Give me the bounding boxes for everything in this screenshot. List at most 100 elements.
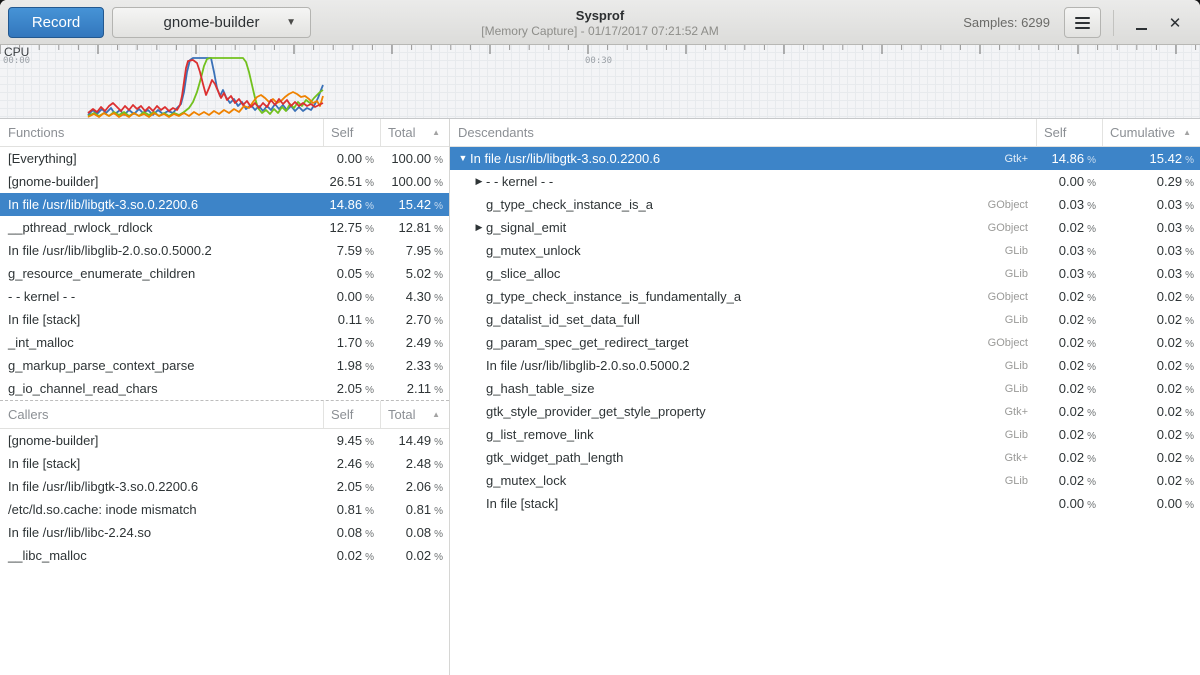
percent-sign: % [1185,247,1194,258]
table-row[interactable]: In file /usr/lib/libgtk-3.so.0.2200.62.0… [0,475,449,498]
close-button[interactable]: ✕ [1158,6,1192,40]
percentage-value: 14.86% [1036,151,1102,166]
tree-row[interactable]: gtk_widget_path_lengthGtk+0.02%0.02% [450,446,1200,469]
table-row[interactable]: In file /usr/lib/libc-2.24.so0.08%0.08% [0,521,449,544]
function-name: _int_malloc [0,335,323,350]
function-name: g_io_channel_read_chars [0,381,323,396]
expander-closed-icon[interactable]: ▶ [472,216,486,239]
table-row[interactable]: __libc_malloc0.02%0.02% [0,544,449,567]
library-badge: Gtk+ [1004,153,1036,165]
cpu-graph[interactable]: CPU 00:00 00:30 [0,45,1200,119]
table-row[interactable]: g_markup_parse_context_parse1.98%2.33% [0,354,449,377]
callers-column-header[interactable]: Callers [0,401,323,428]
percent-sign: % [1087,201,1096,212]
percentage-value: 0.02% [1102,473,1200,488]
percentage-value: 0.00% [323,289,380,304]
percent-sign: % [1185,293,1194,304]
table-row[interactable]: /etc/ld.so.cache: inode mismatch0.81%0.8… [0,498,449,521]
table-row[interactable]: In file /usr/lib/libgtk-3.so.0.2200.614.… [0,193,449,216]
tree-row[interactable]: g_slice_allocGLib0.03%0.03% [450,262,1200,285]
library-badge: GObject [988,291,1036,303]
callers-total-column-header[interactable]: Total ▲ [380,401,449,428]
percent-sign: % [1185,270,1194,281]
function-name-cell: g_mutex_lockGLib [450,473,1036,488]
minimize-button[interactable] [1124,6,1158,40]
function-name: In file [stack] [486,496,558,511]
descendants-column-header[interactable]: Descendants [450,119,1036,146]
percent-sign: % [365,529,374,540]
function-name: [gnome-builder] [0,174,323,189]
percent-sign: % [434,293,443,304]
menu-button[interactable] [1064,7,1101,38]
functions-total-column-header[interactable]: Total ▲ [380,119,449,146]
tree-row[interactable]: g_list_remove_linkGLib0.02%0.02% [450,423,1200,446]
function-name: g_type_check_instance_is_a [486,197,653,212]
time-label-start: 00:00 [3,56,30,66]
function-name-cell: g_param_spec_get_redirect_targetGObject [450,335,1036,350]
record-button[interactable]: Record [8,7,104,38]
percentage-value: 0.02% [1102,358,1200,373]
table-row[interactable]: [Everything]0.00%100.00% [0,147,449,170]
table-row[interactable]: In file /usr/lib/libglib-2.0.so.0.5000.2… [0,239,449,262]
tree-row[interactable]: g_hash_table_sizeGLib0.02%0.02% [450,377,1200,400]
percentage-value: 2.05% [323,479,380,494]
tree-row[interactable]: gtk_style_provider_get_style_propertyGtk… [450,400,1200,423]
percent-sign: % [1087,224,1096,235]
function-name-cell: g_hash_table_sizeGLib [450,381,1036,396]
library-badge: GLib [1005,245,1036,257]
tree-row[interactable]: ▼In file /usr/lib/libgtk-3.so.0.2200.6Gt… [450,147,1200,170]
table-row[interactable]: g_io_channel_read_chars2.05%2.11% [0,377,449,400]
expander-closed-icon[interactable]: ▶ [472,170,486,193]
window-title: Sysprof [576,8,624,24]
target-process-selector[interactable]: gnome-builder ▼ [112,7,311,38]
function-name-cell: g_type_check_instance_is_aGObject [450,197,1036,212]
percentage-value: 0.00% [1036,174,1102,189]
table-row[interactable]: [gnome-builder]9.45%14.49% [0,429,449,452]
percentage-value: 2.46% [323,456,380,471]
percentage-value: 0.02% [323,548,380,563]
percent-sign: % [1185,224,1194,235]
percentage-value: 5.02% [380,266,449,281]
functions-column-header[interactable]: Functions [0,119,323,146]
table-row[interactable]: _int_malloc1.70%2.49% [0,331,449,354]
function-name: In file [stack] [0,312,323,327]
percent-sign: % [1185,454,1194,465]
tree-row[interactable]: g_param_spec_get_redirect_targetGObject0… [450,331,1200,354]
percent-sign: % [1087,431,1096,442]
function-name-cell: g_mutex_unlockGLib [450,243,1036,258]
sort-ascending-icon: ▲ [1183,128,1191,137]
library-badge: GLib [1005,475,1036,487]
tree-row[interactable]: g_type_check_instance_is_aGObject0.03%0.… [450,193,1200,216]
percent-sign: % [1185,385,1194,396]
tree-row[interactable]: ▶g_signal_emitGObject0.02%0.03% [450,216,1200,239]
percent-sign: % [365,201,374,212]
functions-self-column-header[interactable]: Self [323,119,380,146]
percentage-value: 0.05% [323,266,380,281]
tree-row[interactable]: g_mutex_unlockGLib0.03%0.03% [450,239,1200,262]
expander-open-icon[interactable]: ▼ [456,147,470,170]
tree-row[interactable]: g_type_check_instance_is_fundamentally_a… [450,285,1200,308]
table-row[interactable]: __pthread_rwlock_rdlock12.75%12.81% [0,216,449,239]
function-name-cell: g_type_check_instance_is_fundamentally_a… [450,289,1036,304]
percentage-value: 0.02% [1102,312,1200,327]
tree-row[interactable]: g_datalist_id_set_data_fullGLib0.02%0.02… [450,308,1200,331]
tree-row[interactable]: g_mutex_lockGLib0.02%0.02% [450,469,1200,492]
function-name: - - kernel - - [486,174,553,189]
percent-sign: % [365,385,374,396]
descendants-cumulative-column-header[interactable]: Cumulative ▲ [1102,119,1200,146]
table-row[interactable]: In file [stack]0.11%2.70% [0,308,449,331]
tree-row[interactable]: In file [stack]0.00%0.00% [450,492,1200,515]
table-row[interactable]: [gnome-builder]26.51%100.00% [0,170,449,193]
table-row[interactable]: - - kernel - -0.00%4.30% [0,285,449,308]
function-name: __libc_malloc [0,548,323,563]
descendants-self-column-header[interactable]: Self [1036,119,1102,146]
library-badge: GLib [1005,314,1036,326]
tree-row[interactable]: ▶- - kernel - -0.00%0.29% [450,170,1200,193]
percent-sign: % [365,460,374,471]
callers-self-column-header[interactable]: Self [323,401,380,428]
percentage-value: 0.08% [323,525,380,540]
percent-sign: % [1087,339,1096,350]
table-row[interactable]: In file [stack]2.46%2.48% [0,452,449,475]
tree-row[interactable]: In file /usr/lib/libglib-2.0.so.0.5000.2… [450,354,1200,377]
table-row[interactable]: g_resource_enumerate_children0.05%5.02% [0,262,449,285]
